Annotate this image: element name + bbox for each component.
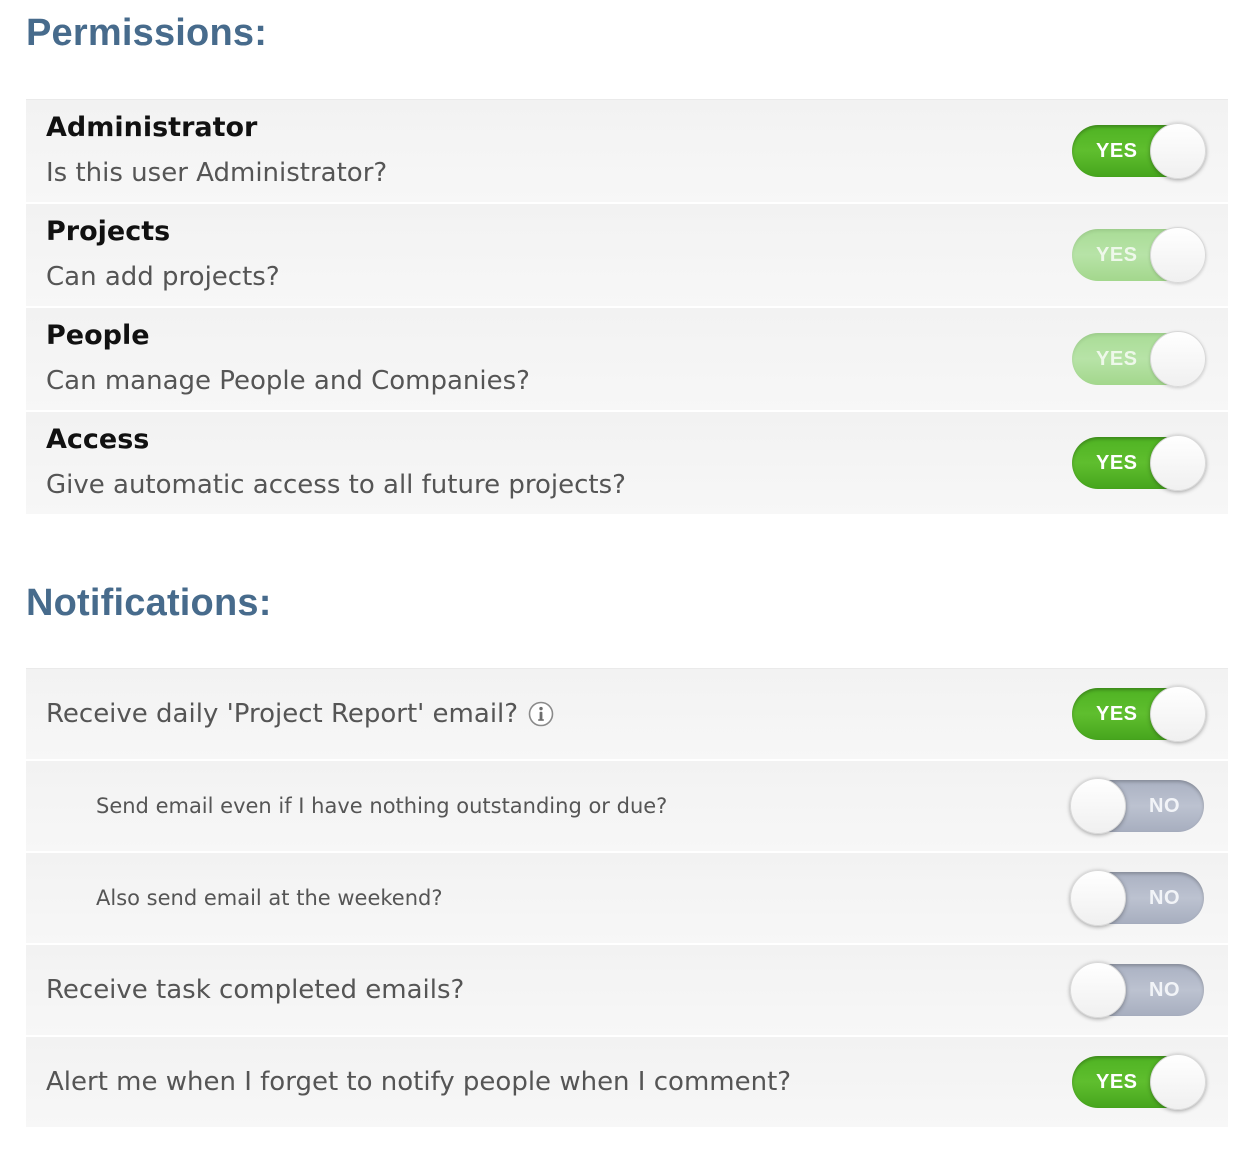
- notification-label: Alert me when I forget to notify people …: [46, 1067, 792, 1097]
- weekend-toggle[interactable]: NO: [1070, 870, 1204, 926]
- permission-title: People: [46, 320, 150, 351]
- notification-label: Send email even if I have nothing outsta…: [96, 794, 668, 818]
- permission-row-people: People Can manage People and Companies? …: [26, 308, 1228, 412]
- notification-row-weekend: Also send email at the weekend? NO: [26, 853, 1228, 945]
- toggle-knob: [1150, 331, 1206, 387]
- permission-description: Can manage People and Companies?: [46, 366, 530, 396]
- projects-toggle[interactable]: YES: [1072, 227, 1206, 283]
- daily-report-toggle[interactable]: YES: [1072, 686, 1206, 742]
- toggle-state-label: YES: [1096, 1071, 1138, 1093]
- permission-title: Access: [46, 424, 150, 455]
- notification-row-task-completed: Receive task completed emails? NO: [26, 945, 1228, 1037]
- notification-label: Also send email at the weekend?: [96, 886, 443, 910]
- notifications-heading: Notifications:: [26, 582, 272, 624]
- forget-notify-toggle[interactable]: YES: [1072, 1054, 1206, 1110]
- permission-description: Is this user Administrator?: [46, 158, 388, 188]
- notification-row-forget-notify: Alert me when I forget to notify people …: [26, 1037, 1228, 1129]
- toggle-state-label: YES: [1096, 452, 1138, 474]
- administrator-toggle[interactable]: YES: [1072, 123, 1206, 179]
- toggle-knob: [1150, 1054, 1206, 1110]
- permission-row-access: Access Give automatic access to all futu…: [26, 412, 1228, 516]
- toggle-state-label: YES: [1096, 703, 1138, 725]
- toggle-knob: [1070, 870, 1126, 926]
- toggle-state-label: YES: [1096, 140, 1138, 162]
- toggle-state-label: NO: [1149, 887, 1180, 909]
- toggle-knob: [1150, 227, 1206, 283]
- access-toggle[interactable]: YES: [1072, 435, 1206, 491]
- permissions-panel: Administrator Is this user Administrator…: [26, 99, 1228, 516]
- permission-row-administrator: Administrator Is this user Administrator…: [26, 100, 1228, 204]
- toggle-state-label: YES: [1096, 244, 1138, 266]
- info-icon[interactable]: [528, 701, 554, 727]
- toggle-state-label: YES: [1096, 348, 1138, 370]
- permission-description: Give automatic access to all future proj…: [46, 470, 626, 500]
- toggle-knob: [1150, 435, 1206, 491]
- notification-label: Receive task completed emails?: [46, 975, 465, 1005]
- permission-title: Administrator: [46, 112, 258, 143]
- toggle-knob: [1150, 123, 1206, 179]
- toggle-knob: [1070, 778, 1126, 834]
- notification-label: Receive daily 'Project Report' email?: [46, 699, 519, 729]
- toggle-state-label: NO: [1149, 795, 1180, 817]
- permissions-heading: Permissions:: [26, 12, 268, 54]
- toggle-knob: [1070, 962, 1126, 1018]
- settings-page: Permissions: Administrator Is this user …: [0, 0, 1250, 1152]
- send-anyway-toggle[interactable]: NO: [1070, 778, 1204, 834]
- permission-title: Projects: [46, 216, 171, 247]
- toggle-state-label: NO: [1149, 979, 1180, 1001]
- notifications-panel: Receive daily 'Project Report' email? YE…: [26, 668, 1228, 1129]
- notification-text: Receive daily 'Project Report' email?: [46, 699, 554, 729]
- notification-row-send-anyway: Send email even if I have nothing outsta…: [26, 761, 1228, 853]
- permission-description: Can add projects?: [46, 262, 280, 292]
- task-completed-toggle[interactable]: NO: [1070, 962, 1204, 1018]
- toggle-knob: [1150, 686, 1206, 742]
- notification-row-daily-report: Receive daily 'Project Report' email? YE…: [26, 669, 1228, 761]
- people-toggle[interactable]: YES: [1072, 331, 1206, 387]
- permission-row-projects: Projects Can add projects? YES: [26, 204, 1228, 308]
